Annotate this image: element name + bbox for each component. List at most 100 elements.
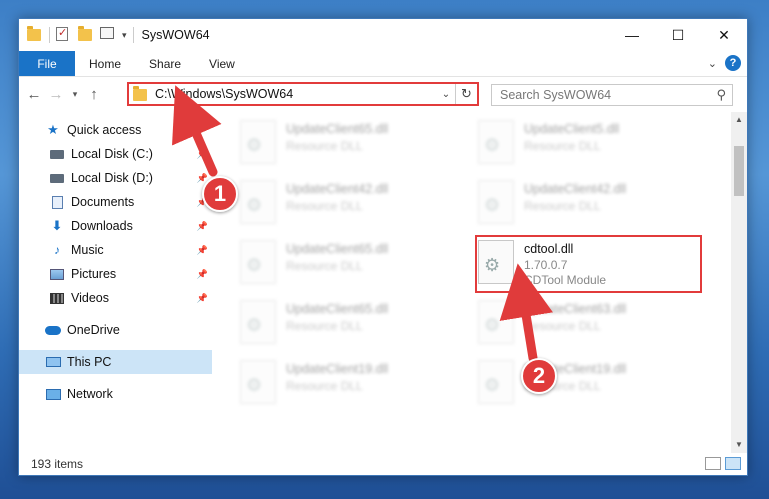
file-name: UpdateClient5.dll [524,122,620,136]
tab-home[interactable]: Home [75,51,135,76]
file-type: Resource DLL [524,319,601,333]
address-row: ← → ▾ ↑ C:\Windows\SysWOW64 ⌄ ↻ Search S… [19,77,747,111]
maximize-button[interactable]: ☐ [655,19,701,51]
pin-icon[interactable]: 📌 [197,221,208,232]
file-name: UpdateClient65.dll [286,122,389,136]
network-icon [45,387,61,401]
scroll-down-arrow-icon[interactable]: ▼ [731,437,747,453]
ribbon-tabs: File Home Share View ⌄ ? [19,51,747,77]
file-name: UpdateClient19.dll [286,362,389,376]
nav-buttons: ← → ▾ ↑ [19,86,105,103]
tiles-view-icon[interactable] [725,457,741,470]
sidebar-item-label: Network [67,387,113,401]
drive-icon [49,147,65,161]
pin-icon[interactable]: 📌 [197,149,208,160]
file-tile[interactable]: UpdateClient65.dll Resource DLL [240,240,460,292]
cdtool-highlight-box [475,235,702,293]
onedrive-icon [45,323,61,337]
sidebar-item-onedrive[interactable]: OneDrive [19,318,212,342]
search-icon[interactable]: ⚲ [716,87,726,103]
sidebar-item-label: Local Disk (C:) [71,147,153,161]
sidebar-item-videos[interactable]: Videos 📌 [19,286,212,310]
file-tile[interactable]: UpdateClient5.dll Resource DLL [478,120,698,172]
file-tile[interactable]: UpdateClient19.dllResource DLL [478,360,698,412]
details-view-icon[interactable] [705,457,721,470]
sidebar-item-quick-access[interactable]: ★ Quick access [19,118,212,142]
search-placeholder: Search SysWOW64 [500,88,612,102]
address-path[interactable]: C:\Windows\SysWOW64 [155,87,437,101]
file-tile[interactable]: UpdateClient42.dll Resource DLL [240,180,460,232]
sidebar-item-local-disk-d[interactable]: Local Disk (D:) 📌 [19,166,212,190]
navigation-pane: ★ Quick access Local Disk (C:) 📌 Local D… [19,112,212,453]
help-icon[interactable]: ? [725,55,741,71]
file-type: Resource DLL [524,199,601,213]
divider [49,27,50,43]
expand-ribbon-chevron-icon[interactable]: ⌄ [708,57,717,70]
minimize-button[interactable]: — [609,19,655,51]
title-bar: ▾ SysWOW64 — ☐ ✕ [19,19,747,51]
sidebar-item-label: Pictures [71,267,117,281]
sidebar-item-label: Quick access [67,123,142,137]
sidebar-item-music[interactable]: ♪ Music 📌 [19,238,212,262]
sidebar-item-downloads[interactable]: ⬇ Downloads 📌 [19,214,212,238]
folder-icon [133,86,147,101]
pin-icon[interactable]: 📌 [197,293,208,304]
forward-arrow-icon[interactable]: → [45,86,67,103]
dll-file-icon [478,180,514,224]
dll-file-icon [240,120,276,164]
downloads-icon: ⬇ [51,218,63,233]
file-name: UpdateClient63.dll [524,302,627,316]
dll-file-icon [240,300,276,344]
customize-qat-dropdown[interactable]: ▾ [122,30,127,41]
sidebar-item-this-pc[interactable]: This PC [19,350,212,374]
properties-icon[interactable] [100,27,116,43]
sidebar-item-network[interactable]: Network [19,382,212,406]
window-title: SysWOW64 [141,28,210,42]
sidebar-item-local-disk-c[interactable]: Local Disk (C:) 📌 [19,142,212,166]
pin-icon[interactable]: 📌 [197,245,208,256]
file-type: Resource DLL [286,199,363,213]
sidebar-item-label: Music [71,243,104,257]
vertical-scrollbar[interactable]: ▲ ▼ [731,112,747,453]
content-area: ★ Quick access Local Disk (C:) 📌 Local D… [19,112,747,453]
file-list: UpdateClient65.dll Resource DLL UpdateCli… [212,112,747,453]
file-name: UpdateClient65.dll [286,242,389,256]
item-count: 193 items [31,457,84,471]
documents-icon [49,195,65,209]
view-switcher [705,457,741,470]
recent-locations-chevron-icon[interactable]: ▾ [67,89,83,100]
sidebar-item-pictures[interactable]: Pictures 📌 [19,262,212,286]
sidebar-item-label: Documents [71,195,135,209]
address-dropdown-chevron-icon[interactable]: ⌄ [437,89,455,100]
this-pc-icon [45,355,61,369]
sidebar-item-label: Videos [71,291,109,305]
file-tile[interactable]: UpdateClient42.dll Resource DLL [478,180,698,232]
scroll-up-arrow-icon[interactable]: ▲ [731,112,747,128]
file-type: Resource DLL [286,379,363,393]
explorer-window: ▾ SysWOW64 — ☐ ✕ File Home Share View ⌄ … [18,18,748,476]
close-button[interactable]: ✕ [701,19,747,51]
tab-share[interactable]: Share [135,51,195,76]
status-bar: 193 items [19,453,747,475]
new-folder-icon[interactable] [78,26,94,43]
file-tile[interactable]: UpdateClient65.dll Resource DLL [240,300,460,352]
dll-file-icon [240,240,276,284]
search-box[interactable]: Search SysWOW64 ⚲ [491,84,733,106]
tab-view[interactable]: View [195,51,249,76]
up-arrow-icon[interactable]: ↑ [83,86,105,103]
videos-icon [49,291,65,305]
properties-check-icon[interactable] [56,26,72,43]
pin-icon[interactable]: 📌 [197,269,208,280]
back-arrow-icon[interactable]: ← [23,86,45,103]
file-tile[interactable]: UpdateClient19.dll Resource DLL [240,360,460,412]
folder-icon [27,26,43,43]
scroll-thumb[interactable] [734,146,744,196]
file-tile[interactable]: UpdateClient65.dll Resource DLL [240,120,460,172]
file-name: UpdateClient65.dll [286,302,389,316]
callout-step-1: 1 [202,176,238,212]
tab-file[interactable]: File [19,51,75,76]
sidebar-item-documents[interactable]: Documents 📌 [19,190,212,214]
refresh-icon[interactable]: ↻ [455,84,477,104]
address-bar[interactable]: C:\Windows\SysWOW64 ⌄ ↻ [127,82,479,106]
file-tile[interactable]: UpdateClient63.dll Resource DLL [478,300,698,352]
